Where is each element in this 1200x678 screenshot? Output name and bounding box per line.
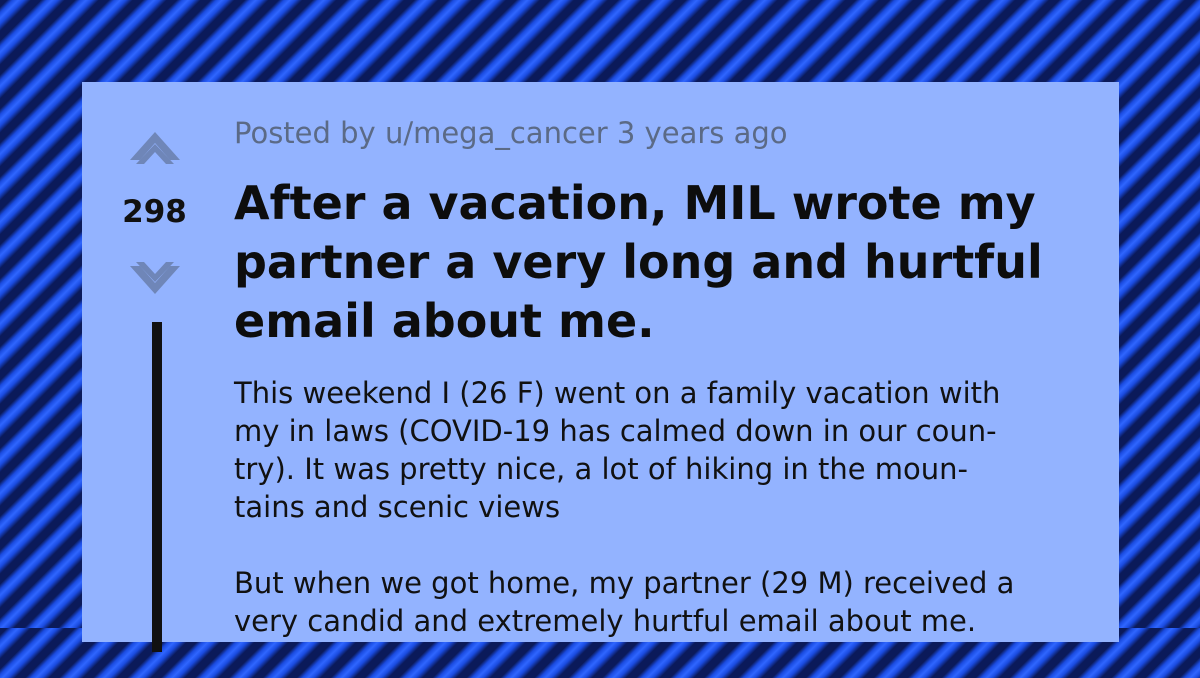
vote-column: 298 [82, 82, 227, 652]
post-age: 3 years ago [616, 116, 788, 150]
upvote-arrow-icon [130, 132, 180, 164]
author-link[interactable]: u/mega_cancer [385, 116, 608, 150]
post-title[interactable]: After a vacation, MIL wrote my partner a… [234, 174, 1094, 351]
post-paragraph: This weekend I (26 F) went on a family v… [234, 376, 1001, 524]
thread-line[interactable] [152, 322, 162, 652]
post-paragraph: But when we got home, my partner (29 M) … [234, 566, 1015, 638]
post-card: 298 Posted by u/mega_cancer 3 years ago … [82, 82, 1119, 652]
upvote-button[interactable] [126, 126, 184, 166]
vote-score: 298 [122, 194, 187, 230]
post-meta: Posted by u/mega_cancer 3 years ago [234, 116, 788, 150]
downvote-button[interactable] [126, 260, 184, 300]
downvote-arrow-icon [130, 262, 180, 294]
post-body: This weekend I (26 F) went on a family v… [234, 374, 1054, 678]
posted-by-label: Posted by [234, 116, 376, 150]
